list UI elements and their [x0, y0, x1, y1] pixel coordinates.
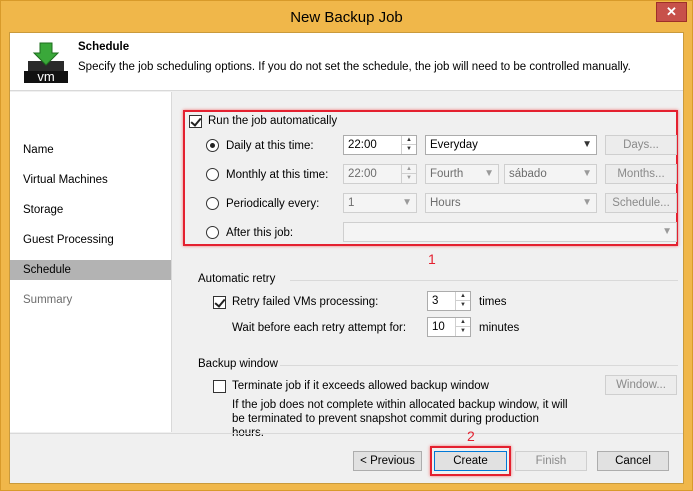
monthly-time-spinner[interactable]: ▲ ▼: [401, 165, 416, 183]
create-button[interactable]: Create: [434, 451, 507, 471]
wizard-steps: Name Virtual Machines Storage Guest Proc…: [10, 92, 172, 432]
schedule-button[interactable]: Schedule...: [605, 193, 677, 213]
step-virtual-machines[interactable]: Virtual Machines: [10, 170, 171, 190]
retry-count-field[interactable]: 3 ▲ ▼: [427, 291, 471, 311]
days-button[interactable]: Days...: [605, 135, 677, 155]
monthly-day-dropdown[interactable]: sábado ▼: [504, 164, 597, 184]
backup-job-window: New Backup Job ✕ vm Schedule Specify the…: [0, 0, 693, 491]
wizard-client: vm Schedule Specify the job scheduling o…: [9, 32, 684, 484]
backup-window-group-label: Backup window: [198, 358, 278, 370]
page-title: Schedule: [78, 41, 130, 53]
vm-backup-icon: vm: [24, 42, 68, 84]
schedule-panel: 1 Run the job automatically Daily at thi…: [173, 92, 683, 439]
periodic-unit-dropdown[interactable]: Hours ▼: [425, 193, 597, 213]
backup-window-divider: [280, 365, 678, 366]
close-button[interactable]: ✕: [656, 2, 687, 22]
window-title: New Backup Job: [290, 9, 403, 26]
run-automatically-label: Run the job automatically: [208, 115, 338, 127]
wait-unit-label: minutes: [479, 322, 520, 334]
footer-divider: [10, 433, 683, 434]
wait-value-field[interactable]: 10 ▲ ▼: [427, 317, 471, 337]
run-automatically-checkbox[interactable]: [189, 115, 202, 128]
months-button[interactable]: Months...: [605, 164, 677, 184]
chevron-down-icon: ▼: [402, 197, 412, 208]
monthly-label: Monthly at this time:: [226, 169, 329, 181]
monthly-time-field[interactable]: 22:00 ▲ ▼: [343, 164, 417, 184]
chevron-down-icon: ▼: [662, 226, 672, 237]
retry-label: Retry failed VMs processing:: [232, 296, 379, 308]
svg-text:vm: vm: [37, 69, 54, 84]
monthly-radio[interactable]: [206, 168, 219, 181]
periodic-value-dropdown[interactable]: 1 ▼: [343, 193, 417, 213]
wait-value-spinner[interactable]: ▲ ▼: [455, 318, 470, 336]
after-job-label: After this job:: [226, 227, 294, 239]
previous-button[interactable]: < Previous: [353, 451, 422, 471]
monthly-week-dropdown[interactable]: Fourth ▼: [425, 164, 499, 184]
annotation-2: 2: [467, 428, 475, 444]
chevron-down-icon: ▼: [582, 197, 592, 208]
wait-label: Wait before each retry attempt for:: [232, 322, 407, 334]
chevron-down-icon: ▼: [582, 139, 592, 150]
periodic-radio[interactable]: [206, 197, 219, 210]
step-storage[interactable]: Storage: [10, 200, 171, 220]
step-name[interactable]: Name: [10, 140, 171, 160]
wizard-header: vm Schedule Specify the job scheduling o…: [10, 33, 683, 91]
terminate-job-label: Terminate job if it exceeds allowed back…: [232, 380, 489, 392]
daily-radio[interactable]: [206, 139, 219, 152]
daily-days-dropdown[interactable]: Everyday ▼: [425, 135, 597, 155]
retry-count-spinner[interactable]: ▲ ▼: [455, 292, 470, 310]
finish-button[interactable]: Finish: [515, 451, 587, 471]
daily-time-field[interactable]: 22:00 ▲ ▼: [343, 135, 417, 155]
after-job-dropdown[interactable]: ▼: [343, 222, 677, 242]
after-job-radio[interactable]: [206, 226, 219, 239]
cancel-button[interactable]: Cancel: [597, 451, 669, 471]
chevron-down-icon: ▼: [484, 168, 494, 179]
title-bar[interactable]: New Backup Job ✕: [1, 1, 692, 33]
periodic-label: Periodically every:: [226, 198, 320, 210]
annotation-1: 1: [428, 251, 436, 267]
daily-time-spinner[interactable]: ▲ ▼: [401, 136, 416, 154]
step-summary: Summary: [23, 294, 73, 306]
automatic-retry-group-label: Automatic retry: [198, 273, 276, 285]
retry-unit-label: times: [479, 296, 507, 308]
daily-label: Daily at this time:: [226, 140, 314, 152]
retry-divider: [290, 280, 678, 281]
step-schedule[interactable]: Schedule: [10, 260, 171, 280]
retry-checkbox[interactable]: [213, 296, 226, 309]
step-guest-processing[interactable]: Guest Processing: [10, 230, 171, 250]
terminate-job-checkbox[interactable]: [213, 380, 226, 393]
page-description: Specify the job scheduling options. If y…: [78, 61, 631, 73]
window-button[interactable]: Window...: [605, 375, 677, 395]
chevron-down-icon: ▼: [582, 168, 592, 179]
